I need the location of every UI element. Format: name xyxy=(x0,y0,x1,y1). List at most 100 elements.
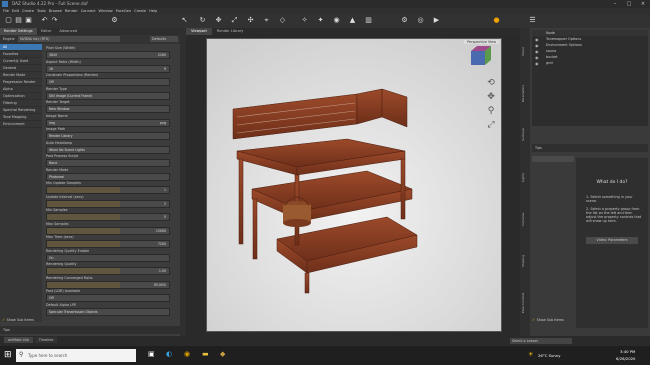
category-item[interactable]: Currently Used xyxy=(0,58,42,65)
new-scene-icon[interactable]: ▢ xyxy=(4,16,13,25)
show-sub-items[interactable]: ✓ Show Sub Items xyxy=(2,317,34,322)
minimize-button[interactable]: – xyxy=(608,0,622,8)
tips-step-2: 2. Select a property group from the list… xyxy=(586,207,642,223)
property-row: Image Path Render Library xyxy=(46,127,170,140)
property-value[interactable]: Specular Transmission Objects xyxy=(46,307,170,316)
property-value[interactable]: On xyxy=(46,253,170,262)
category-item[interactable]: Environment xyxy=(0,121,42,128)
iray-preview-icon[interactable]: ▶ xyxy=(432,16,441,25)
property-value[interactable]: When No Scene Lights xyxy=(46,145,170,154)
node-select-icon[interactable]: ↖ xyxy=(180,16,189,25)
property-row: Render Target New Window xyxy=(46,100,170,113)
property-value[interactable]: None xyxy=(46,159,170,167)
settings-icon[interactable]: ⚙ xyxy=(110,16,119,25)
show-sub-items-right[interactable]: ✓ Show Sub Items xyxy=(532,317,564,322)
category-item[interactable]: General xyxy=(0,65,42,72)
nav-cube[interactable] xyxy=(471,46,491,65)
property-value[interactable]: New Window xyxy=(46,105,170,113)
camera-dropdown[interactable]: Perspective View xyxy=(464,40,499,44)
right-tab-1[interactable]: Parameters xyxy=(521,74,529,112)
property-value[interactable]: Render Library xyxy=(46,132,170,140)
viewport-tab-0[interactable]: Viewport xyxy=(186,28,212,35)
category-item[interactable]: Spectral Rendering xyxy=(0,107,42,114)
category-item[interactable]: Render Mode xyxy=(0,72,42,79)
joint-editor-icon[interactable]: ⌖ xyxy=(262,16,271,25)
viewport[interactable]: Perspective View ⟲ ✥ ⚲ ⤢ xyxy=(206,38,502,332)
property-row: Rendering Quality Enable On xyxy=(46,249,170,262)
explorer-icon[interactable]: ▬ xyxy=(202,350,209,358)
bottom-tab-1[interactable]: Timeline xyxy=(34,337,58,343)
right-tab-6[interactable]: Pose Controls xyxy=(521,284,529,322)
viewport-tab-1[interactable]: Render Library xyxy=(212,28,249,35)
category-item[interactable]: All xyxy=(0,44,42,51)
all-filter[interactable] xyxy=(532,156,574,162)
zoom-icon: ⚲ xyxy=(488,106,495,116)
tips-tab-right[interactable]: Tips xyxy=(532,146,542,150)
property-value[interactable]: 1 xyxy=(46,186,170,194)
property-value[interactable]: Still Image (Current Frame) xyxy=(46,91,170,100)
edge-icon[interactable]: ◐ xyxy=(166,350,172,358)
left-tab-1[interactable]: Editor xyxy=(37,28,56,35)
scene-item[interactable]: ◉ grid xyxy=(532,60,648,66)
property-row: Image Name Img png xyxy=(46,114,170,127)
property-value[interactable]: Off xyxy=(46,78,170,86)
property-value[interactable]: 95.00% xyxy=(46,280,170,289)
left-tab-0[interactable]: Render Settings xyxy=(0,28,37,35)
property-value[interactable]: 7200 xyxy=(46,240,170,248)
property-value[interactable]: Img png xyxy=(46,118,170,127)
category-item[interactable]: Favorites xyxy=(0,51,42,58)
property-value[interactable]: Off xyxy=(46,294,170,302)
redo-icon[interactable]: ↷ xyxy=(50,16,59,25)
daz-taskbar-icon[interactable]: ◆ xyxy=(220,350,225,358)
property-value[interactable]: 15000 xyxy=(46,226,170,235)
right-tab-3[interactable]: Lights xyxy=(521,158,529,196)
property-value[interactable]: Photoreal xyxy=(46,172,170,181)
taskbar-search[interactable]: ⚲ Type here to search xyxy=(16,349,136,362)
geometry-editor-icon[interactable]: ◇ xyxy=(278,16,287,25)
property-value[interactable]: 3840 2160 xyxy=(46,51,170,59)
rotate-icon[interactable]: ↻ xyxy=(198,16,207,25)
property-value[interactable]: 2 xyxy=(46,199,170,208)
select-lesson-dropdown[interactable]: Select a Lesson xyxy=(510,338,572,344)
maximize-button[interactable]: □ xyxy=(622,0,636,8)
panel-toggle-icon[interactable]: ☰ xyxy=(528,16,537,25)
primitive-icon[interactable]: ▲ xyxy=(348,16,357,25)
engine-dropdown[interactable]: NVIDIA Iray (RTX) xyxy=(18,36,120,42)
right-tab-0[interactable]: Scene xyxy=(521,32,529,70)
bottom-tab-0[interactable]: aniMate Lite xyxy=(4,337,33,343)
render-settings-icon[interactable]: ⚙ xyxy=(400,16,409,25)
pointlight-icon[interactable]: ✦ xyxy=(316,16,325,25)
surface-icon[interactable]: ▥ xyxy=(364,16,373,25)
visibility-eye-icon[interactable]: ◉ xyxy=(535,61,539,67)
right-tab-4[interactable]: Cameras xyxy=(521,200,529,238)
right-tab-2[interactable]: Surfaces xyxy=(521,116,529,154)
universal-tool-icon[interactable]: ✣ xyxy=(246,16,255,25)
windows-start-icon[interactable]: ⊞ xyxy=(4,350,12,360)
left-tab-2[interactable]: Advanced xyxy=(55,28,81,35)
video-parameters-button[interactable]: Video: Parameters xyxy=(586,237,638,244)
camera-icon[interactable]: ◉ xyxy=(332,16,341,25)
category-item[interactable]: Alpha xyxy=(0,86,42,93)
property-value[interactable]: 16 9 xyxy=(46,64,170,73)
open-icon[interactable]: ▤ xyxy=(14,16,23,25)
property-value[interactable]: 1.00 xyxy=(46,267,170,275)
property-value[interactable]: 5 xyxy=(46,213,170,221)
render-icon[interactable]: ◎ xyxy=(416,16,425,25)
undo-icon[interactable]: ↶ xyxy=(40,16,49,25)
task-view-icon[interactable]: ▣ xyxy=(148,350,155,358)
translate-icon[interactable]: ✥ xyxy=(214,16,223,25)
category-item[interactable]: Optimization xyxy=(0,93,42,100)
render-active-icon[interactable]: ● xyxy=(492,16,501,25)
right-tab-5[interactable]: Shaping xyxy=(521,242,529,280)
preset-dropdown[interactable]: Defaults xyxy=(150,36,178,42)
category-item[interactable]: Filtering xyxy=(0,100,42,107)
chrome-icon[interactable]: ◉ xyxy=(184,350,190,358)
tips-tab[interactable]: Tips xyxy=(0,328,10,332)
save-icon[interactable]: ▣ xyxy=(24,16,33,25)
spotlight-icon[interactable]: ✧ xyxy=(300,16,309,25)
category-item[interactable]: Progressive Render xyxy=(0,79,42,86)
show-sub-items-label: Show Sub Items xyxy=(6,318,34,322)
close-button[interactable]: × xyxy=(636,0,650,8)
category-item[interactable]: Tone Mapping xyxy=(0,114,42,121)
scale-icon[interactable]: ⤢ xyxy=(230,16,239,25)
